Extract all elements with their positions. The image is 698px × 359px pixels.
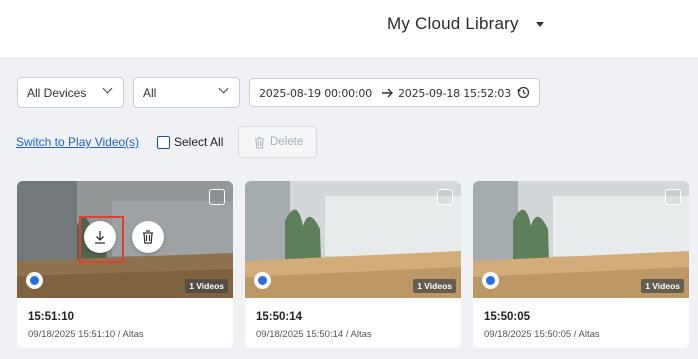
arrow-right-icon bbox=[382, 88, 393, 98]
cloud-icon bbox=[254, 272, 271, 289]
checkbox[interactable] bbox=[157, 136, 170, 149]
type-select[interactable]: All bbox=[133, 77, 240, 108]
select-all-label: Select All bbox=[174, 135, 224, 149]
device-select-value: All Devices bbox=[27, 86, 87, 100]
clock-history-icon[interactable] bbox=[517, 86, 530, 99]
cloud-icon bbox=[482, 272, 499, 289]
card-checkbox[interactable] bbox=[437, 189, 453, 205]
start-date: 2025-08-19 00:00:00 bbox=[259, 87, 373, 100]
date-range-picker[interactable]: 2025-08-19 00:00:00 2025-09-18 15:52:03 bbox=[249, 78, 540, 107]
delete-button[interactable]: Delete bbox=[238, 126, 317, 158]
card-time: 15:51:10 bbox=[28, 311, 75, 323]
card-meta: 09/18/2025 15:50:14 / Altas bbox=[256, 329, 372, 340]
chevron-down-icon bbox=[102, 83, 113, 94]
type-select-value: All bbox=[143, 86, 157, 100]
video-thumbnail[interactable]: 1 Videos bbox=[245, 181, 461, 298]
card-time: 15:50:14 bbox=[256, 311, 303, 323]
delete-video-button[interactable] bbox=[132, 221, 164, 253]
card-checkbox[interactable] bbox=[209, 189, 225, 205]
card-time: 15:50:05 bbox=[484, 311, 531, 323]
library-title-dropdown[interactable]: My Cloud Library bbox=[387, 14, 519, 34]
highlight-box bbox=[79, 216, 124, 263]
card-checkbox[interactable] bbox=[665, 189, 681, 205]
end-date: 2025-09-18 15:52:03 bbox=[398, 87, 512, 100]
cloud-icon bbox=[26, 272, 43, 289]
video-card[interactable]: 1 Videos 15:51:10 09/18/2025 15:51:10 / … bbox=[17, 181, 233, 348]
video-count-badge: 1 Videos bbox=[185, 279, 228, 293]
trash-icon bbox=[255, 137, 264, 149]
device-select[interactable]: All Devices bbox=[17, 77, 124, 108]
video-thumbnail[interactable]: 1 Videos bbox=[473, 181, 689, 298]
top-header: My Cloud Library bbox=[0, 0, 698, 59]
delete-label: Delete bbox=[270, 136, 304, 148]
card-meta: 09/18/2025 15:50:05 / Altas bbox=[484, 329, 600, 340]
video-thumbnail[interactable]: 1 Videos bbox=[17, 181, 233, 298]
video-card[interactable]: 1 Videos 15:50:14 09/18/2025 15:50:14 / … bbox=[245, 181, 461, 348]
caret-down-icon[interactable] bbox=[536, 22, 544, 27]
trash-icon bbox=[143, 230, 153, 244]
card-meta: 09/18/2025 15:51:10 / Altas bbox=[28, 329, 144, 340]
video-card[interactable]: 1 Videos 15:50:05 09/18/2025 15:50:05 / … bbox=[473, 181, 689, 348]
switch-to-play-link[interactable]: Switch to Play Video(s) bbox=[16, 135, 139, 149]
chevron-down-icon bbox=[218, 83, 229, 94]
video-count-badge: 1 Videos bbox=[413, 279, 456, 293]
video-count-badge: 1 Videos bbox=[641, 279, 684, 293]
